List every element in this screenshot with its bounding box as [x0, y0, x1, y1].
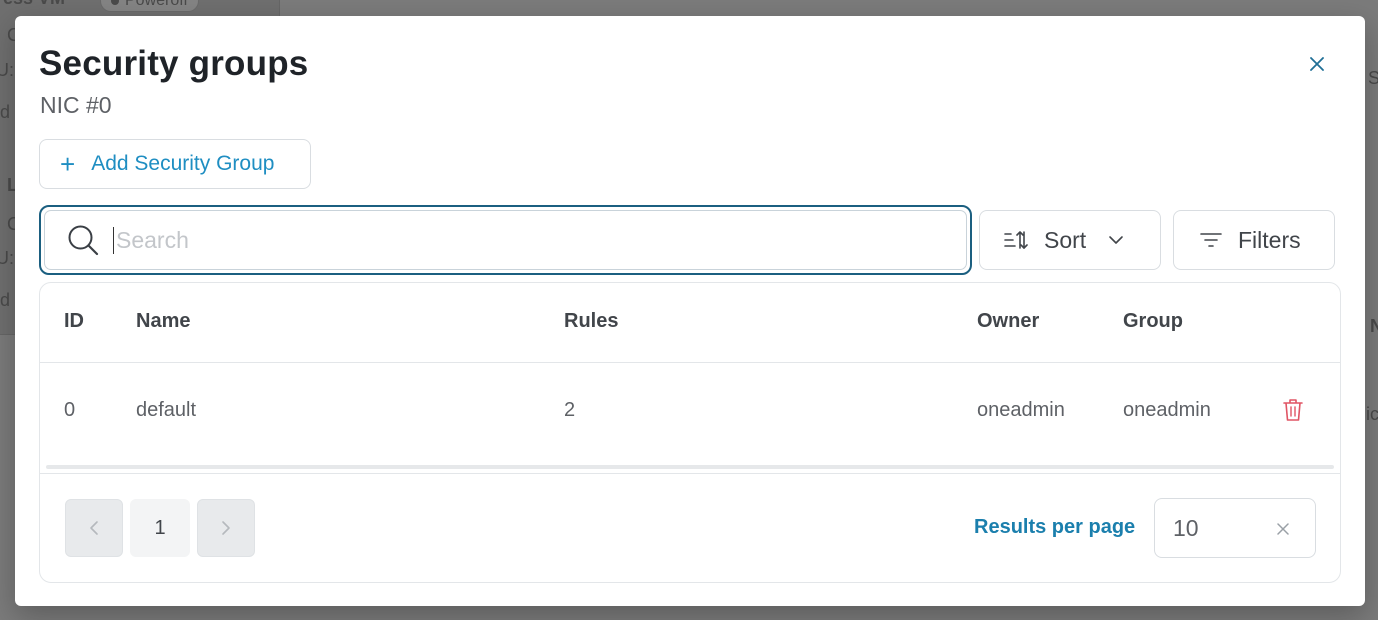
sort-label: Sort	[1044, 226, 1087, 253]
column-header-group: Group	[1123, 310, 1183, 332]
chevron-down-icon	[1109, 236, 1123, 244]
filter-icon	[1200, 233, 1222, 247]
security-groups-table: ID Name Rules Owner Group 0 default 2 on…	[39, 282, 1341, 583]
divider	[40, 473, 1340, 474]
search-inner	[44, 210, 967, 270]
plus-icon: +	[60, 149, 76, 179]
bg-vm-status-badge: Poweroff	[100, 0, 199, 12]
results-per-page-label: Results per page	[974, 516, 1136, 538]
chevron-left-icon	[90, 521, 98, 535]
sort-icon	[1004, 231, 1028, 249]
next-page-button[interactable]	[197, 499, 255, 557]
table-row[interactable]: 0 default 2 oneadmin oneadmin	[40, 363, 1340, 467]
security-groups-dialog: Security groups NIC #0 + Add Security Gr…	[15, 16, 1365, 606]
sort-button[interactable]: Sort	[979, 210, 1161, 270]
horizontal-scrollbar[interactable]	[46, 465, 1334, 469]
bg-text: S	[1368, 68, 1378, 88]
cell-rules: 2	[564, 399, 576, 421]
bg-text: N	[1370, 316, 1378, 336]
bg-text: U:	[0, 248, 14, 268]
trash-icon	[1283, 399, 1303, 421]
bg-text: d	[0, 102, 11, 122]
results-per-page-select[interactable]: 10	[1154, 498, 1316, 558]
add-security-group-button[interactable]: + Add Security Group	[39, 139, 311, 189]
filters-button[interactable]: Filters	[1173, 210, 1335, 270]
bg-vm-title: ress VM	[0, 0, 65, 9]
search-box	[39, 205, 972, 275]
bg-text: d	[0, 290, 11, 310]
search-input[interactable]	[113, 226, 913, 254]
cell-group: oneadmin	[1123, 399, 1211, 421]
bg-text: ic	[1366, 404, 1378, 424]
delete-button[interactable]	[1281, 396, 1305, 424]
page-number-button[interactable]: 1	[130, 499, 190, 557]
column-header-rules: Rules	[564, 310, 619, 332]
search-icon	[68, 225, 99, 256]
column-header-owner: Owner	[977, 310, 1040, 332]
clear-icon[interactable]	[1277, 515, 1289, 541]
cell-name: default	[136, 399, 197, 421]
results-per-page-value: 10	[1173, 514, 1199, 541]
dialog-subtitle: NIC #0	[40, 92, 112, 118]
close-button[interactable]	[1303, 50, 1331, 78]
column-header-name: Name	[136, 310, 191, 332]
column-header-id: ID	[64, 310, 84, 332]
chevron-right-icon	[222, 521, 230, 535]
bg-text: U:	[0, 60, 14, 80]
table-header: ID Name Rules Owner Group	[40, 283, 1340, 363]
dialog-title: Security groups	[39, 44, 309, 83]
add-security-group-label: Add Security Group	[91, 152, 275, 175]
cell-owner: oneadmin	[977, 399, 1065, 421]
close-icon	[1310, 57, 1324, 71]
filters-label: Filters	[1238, 226, 1301, 253]
cell-id: 0	[64, 399, 76, 421]
previous-page-button[interactable]	[65, 499, 123, 557]
